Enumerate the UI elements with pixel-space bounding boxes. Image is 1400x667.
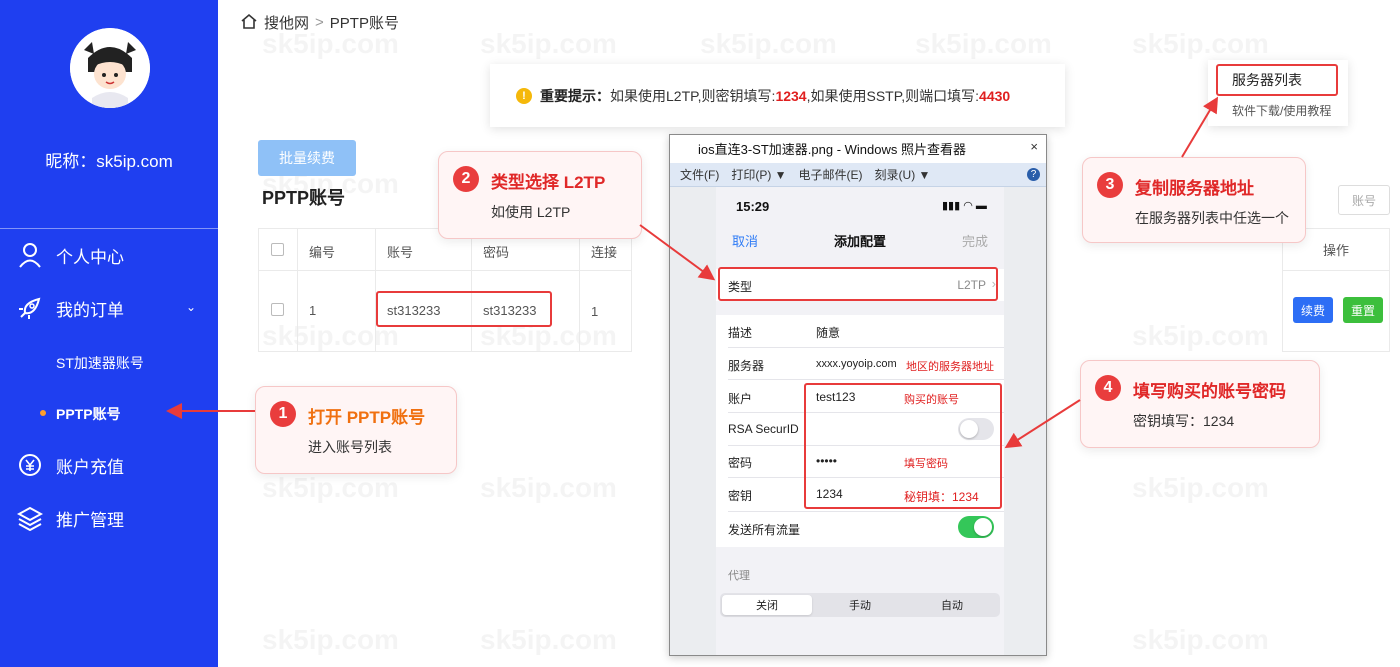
arrow-to-type: [639, 224, 716, 281]
arrow-to-credentials: [1004, 399, 1081, 449]
annotation-arrows: [166, 96, 1219, 449]
arrow-to-server-list: [1181, 96, 1219, 158]
